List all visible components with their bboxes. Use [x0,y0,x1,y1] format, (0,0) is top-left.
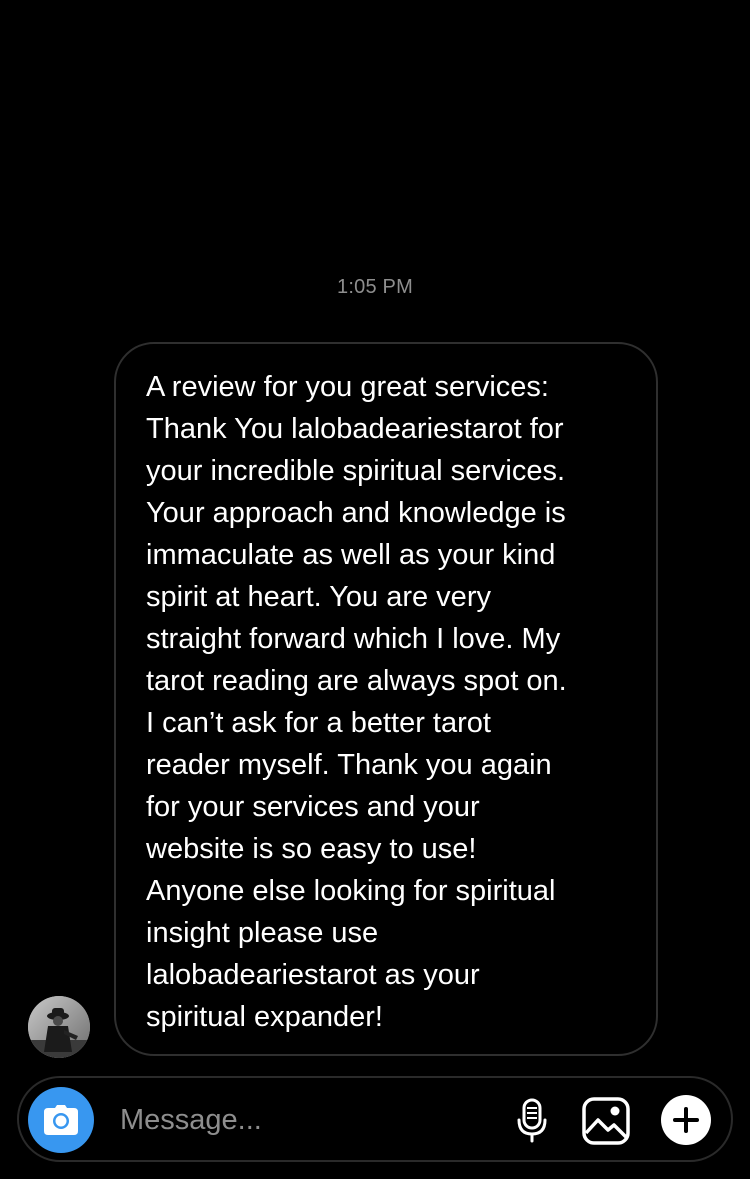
plus-icon [673,1107,699,1133]
camera-button[interactable] [28,1087,94,1153]
microphone-button[interactable] [507,1096,557,1146]
sender-avatar[interactable] [28,996,90,1058]
message-composer [17,1076,733,1162]
more-options-button[interactable] [661,1095,711,1145]
message-bubble[interactable]: A review for you great services: Thank Y… [114,342,658,1056]
gallery-icon [582,1097,630,1145]
microphone-icon [517,1098,547,1143]
message-text: A review for you great services: Thank Y… [146,371,567,1033]
camera-icon [44,1105,78,1135]
message-timestamp: 1:05 PM [337,276,413,298]
message-input[interactable] [120,1098,480,1142]
avatar-photo [28,996,90,1058]
gallery-button[interactable] [581,1096,631,1146]
